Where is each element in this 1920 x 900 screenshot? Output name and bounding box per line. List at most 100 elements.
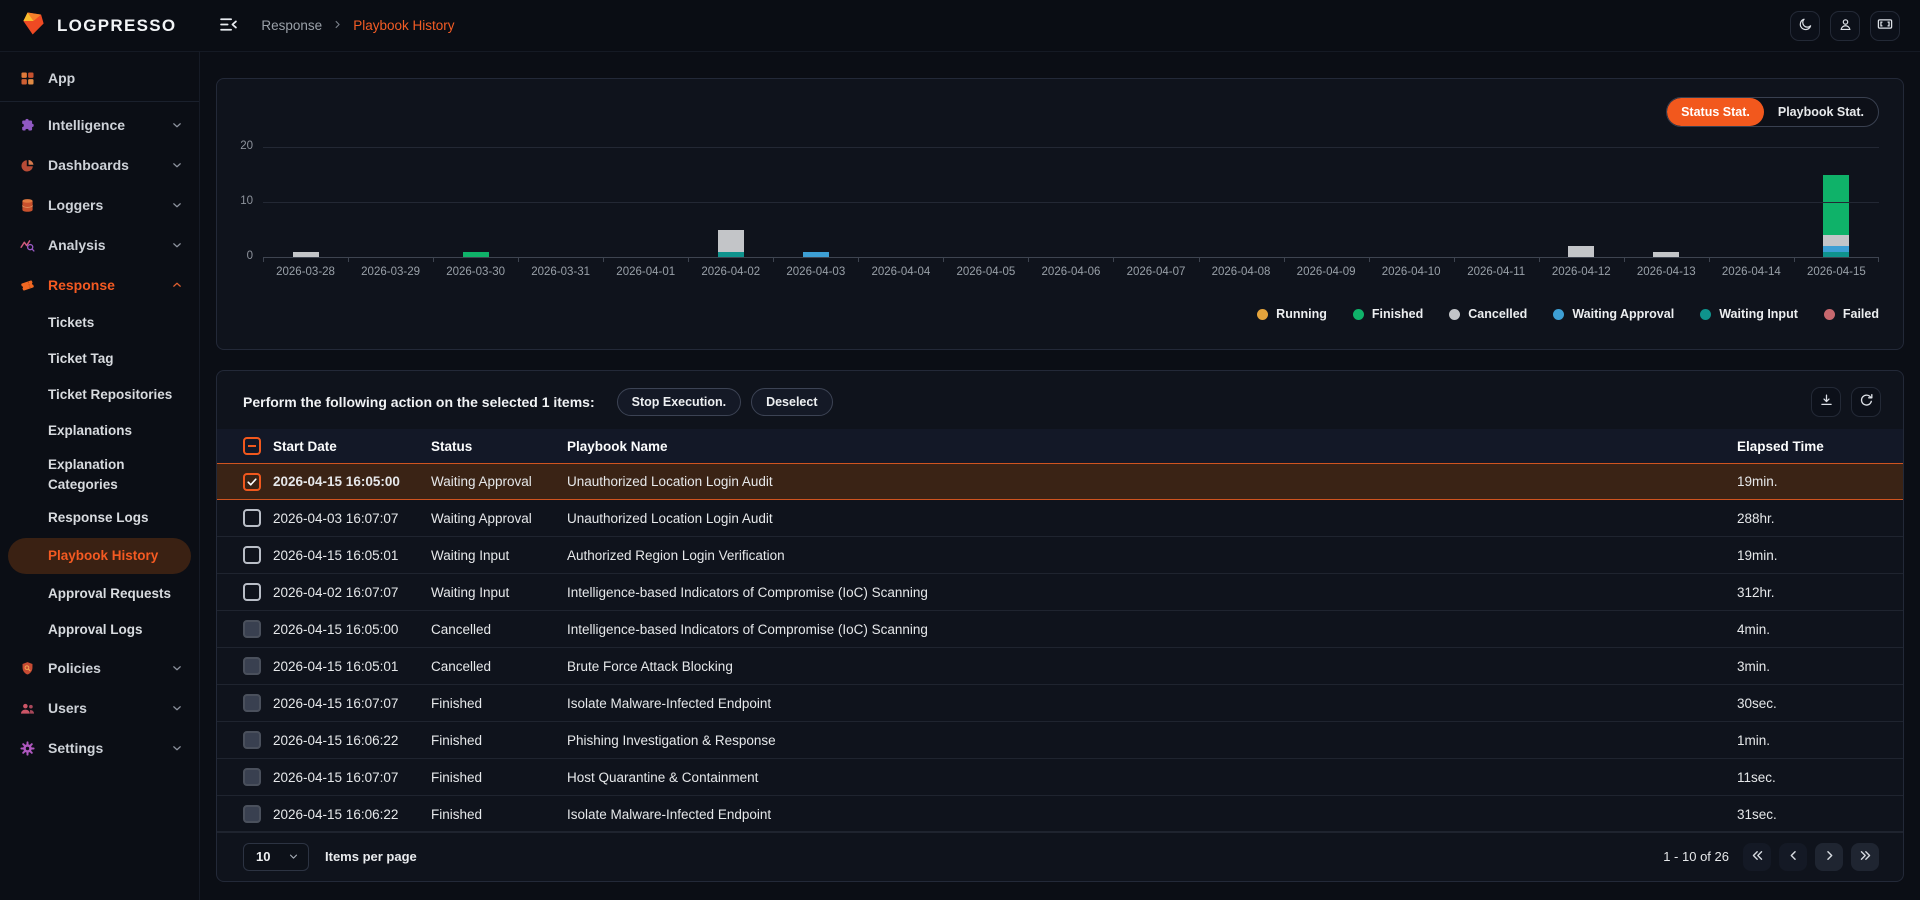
bar-column <box>1454 119 1539 257</box>
moon-icon <box>1797 16 1814 36</box>
row-checkbox[interactable] <box>243 509 261 527</box>
sidebar-item-ticket-repositories[interactable]: Ticket Repositories <box>0 377 199 413</box>
user-menu-button[interactable] <box>1830 11 1860 41</box>
sidebar-item-ticket-tag[interactable]: Ticket Tag <box>0 341 199 377</box>
cell-elapsed-time: 3min. <box>1737 659 1903 674</box>
legend-item-finished[interactable]: Finished <box>1353 307 1423 321</box>
table-row[interactable]: 2026-04-15 16:05:00Waiting ApprovalUnaut… <box>217 463 1903 500</box>
cell-elapsed-time: 19min. <box>1737 474 1903 489</box>
row-checkbox[interactable] <box>243 768 261 786</box>
cell-start-date: 2026-04-15 16:05:01 <box>273 659 431 674</box>
sidebar-item-label: Analysis <box>48 237 106 253</box>
select-all-checkbox[interactable] <box>243 437 261 455</box>
table-row[interactable]: 2026-04-15 16:06:22FinishedPhishing Inve… <box>217 722 1903 759</box>
sidebar-item-response-logs[interactable]: Response Logs <box>0 500 199 536</box>
dark-mode-button[interactable] <box>1790 11 1820 41</box>
page-range-label: 1 - 10 of 26 <box>1663 849 1729 864</box>
sidebar-item-dashboards[interactable]: Dashboards <box>0 145 199 185</box>
refresh-button[interactable] <box>1851 387 1881 417</box>
col-header-start-date[interactable]: Start Date <box>273 439 431 454</box>
bar-segment-finished <box>1823 175 1849 236</box>
bar-chart <box>263 119 1879 257</box>
sidebar-item-approval-requests[interactable]: Approval Requests <box>0 576 199 612</box>
table-row[interactable]: 2026-04-15 16:05:01Waiting InputAuthoriz… <box>217 537 1903 574</box>
sidebar-item-explanations[interactable]: Explanations <box>0 413 199 449</box>
table-row[interactable]: 2026-04-15 16:05:01CancelledBrute Force … <box>217 648 1903 685</box>
row-checkbox[interactable] <box>243 583 261 601</box>
sidebar-item-intelligence[interactable]: Intelligence <box>0 105 199 145</box>
table-row[interactable]: 2026-04-15 16:05:00CancelledIntelligence… <box>217 611 1903 648</box>
legend-dot <box>1449 309 1460 320</box>
y-axis-tick-label: 20 <box>225 140 253 152</box>
chevron-down-icon <box>171 119 183 131</box>
table-row[interactable]: 2026-04-03 16:07:07Waiting ApprovalUnaut… <box>217 500 1903 537</box>
next-page-button[interactable] <box>1815 843 1843 871</box>
cell-playbook-name: Isolate Malware-Infected Endpoint <box>567 807 1737 822</box>
stop-execution-button[interactable]: Stop Execution. <box>617 388 741 416</box>
row-checkbox[interactable] <box>243 805 261 823</box>
bar-column <box>858 119 943 257</box>
table-row[interactable]: 2026-04-15 16:07:07FinishedIsolate Malwa… <box>217 685 1903 722</box>
sidebar-item-tickets[interactable]: Tickets <box>0 305 199 341</box>
cell-elapsed-time: 30sec. <box>1737 696 1903 711</box>
sidebar-item-policies[interactable]: Policies <box>0 648 199 688</box>
bar-column <box>688 119 773 257</box>
download-button[interactable] <box>1811 387 1841 417</box>
sidebar-item-analysis[interactable]: Analysis <box>0 225 199 265</box>
col-header-elapsed-time[interactable]: Elapsed Time <box>1737 439 1903 454</box>
x-axis-tick-label: 2026-04-06 <box>1028 266 1113 278</box>
row-checkbox[interactable] <box>243 657 261 675</box>
row-checkbox[interactable] <box>243 473 261 491</box>
legend-item-waiting-input[interactable]: Waiting Input <box>1700 307 1798 321</box>
double-chevron-right-icon <box>1858 848 1873 866</box>
bar-column <box>518 119 603 257</box>
row-checkbox[interactable] <box>243 694 261 712</box>
col-header-status[interactable]: Status <box>431 439 567 454</box>
license-button[interactable] <box>1870 11 1900 41</box>
cell-elapsed-time: 1min. <box>1737 733 1903 748</box>
brand: LOGPRESSO <box>20 10 176 42</box>
sidebar-item-label: Settings <box>48 740 103 756</box>
page-size-select[interactable]: 10 <box>243 843 309 871</box>
users-icon <box>18 700 36 717</box>
table-row[interactable]: 2026-04-15 16:06:22FinishedIsolate Malwa… <box>217 796 1903 833</box>
sidebar-item-playbook-history[interactable]: Playbook History <box>8 538 191 574</box>
sidebar-item-explanation-categories[interactable]: Explanation Categories <box>0 449 199 500</box>
sidebar-item-approval-logs[interactable]: Approval Logs <box>0 612 199 648</box>
breadcrumb-current: Playbook History <box>353 18 454 33</box>
prev-page-button[interactable] <box>1779 843 1807 871</box>
cell-start-date: 2026-04-15 16:05:00 <box>273 622 431 637</box>
sidebar-item-response[interactable]: Response <box>0 265 199 305</box>
chevron-down-icon <box>171 159 183 171</box>
first-page-button[interactable] <box>1743 843 1771 871</box>
last-page-button[interactable] <box>1851 843 1879 871</box>
table-row[interactable]: 2026-04-15 16:07:07FinishedHost Quaranti… <box>217 759 1903 796</box>
row-checkbox[interactable] <box>243 546 261 564</box>
legend-item-running[interactable]: Running <box>1257 307 1327 321</box>
brand-text: LOGPRESSO <box>57 16 176 36</box>
chevron-down-icon <box>171 239 183 251</box>
y-axis-tick-label: 0 <box>225 250 253 262</box>
col-header-playbook-name[interactable]: Playbook Name <box>567 439 1737 454</box>
sidebar-item-app[interactable]: App <box>0 58 199 98</box>
sidebar-item-label: Policies <box>48 660 101 676</box>
row-checkbox[interactable] <box>243 731 261 749</box>
cell-status: Finished <box>431 696 567 711</box>
row-checkbox[interactable] <box>243 620 261 638</box>
cell-playbook-name: Isolate Malware-Infected Endpoint <box>567 696 1737 711</box>
legend-item-cancelled[interactable]: Cancelled <box>1449 307 1527 321</box>
breadcrumb-section[interactable]: Response <box>261 18 322 33</box>
chevron-up-icon <box>171 279 183 291</box>
legend-label: Waiting Approval <box>1572 307 1674 321</box>
legend-item-waiting-approval[interactable]: Waiting Approval <box>1553 307 1674 321</box>
legend-item-failed[interactable]: Failed <box>1824 307 1879 321</box>
sidebar-item-users[interactable]: Users <box>0 688 199 728</box>
sidebar-collapse-button[interactable] <box>218 14 239 38</box>
sidebar-item-settings[interactable]: Settings <box>0 728 199 768</box>
sidebar-item-loggers[interactable]: Loggers <box>0 185 199 225</box>
sidebar-item-label: App <box>48 70 75 86</box>
bar-column <box>1284 119 1369 257</box>
deselect-button[interactable]: Deselect <box>751 388 832 416</box>
x-axis-tick-label: 2026-03-28 <box>263 266 348 278</box>
table-row[interactable]: 2026-04-02 16:07:07Waiting InputIntellig… <box>217 574 1903 611</box>
